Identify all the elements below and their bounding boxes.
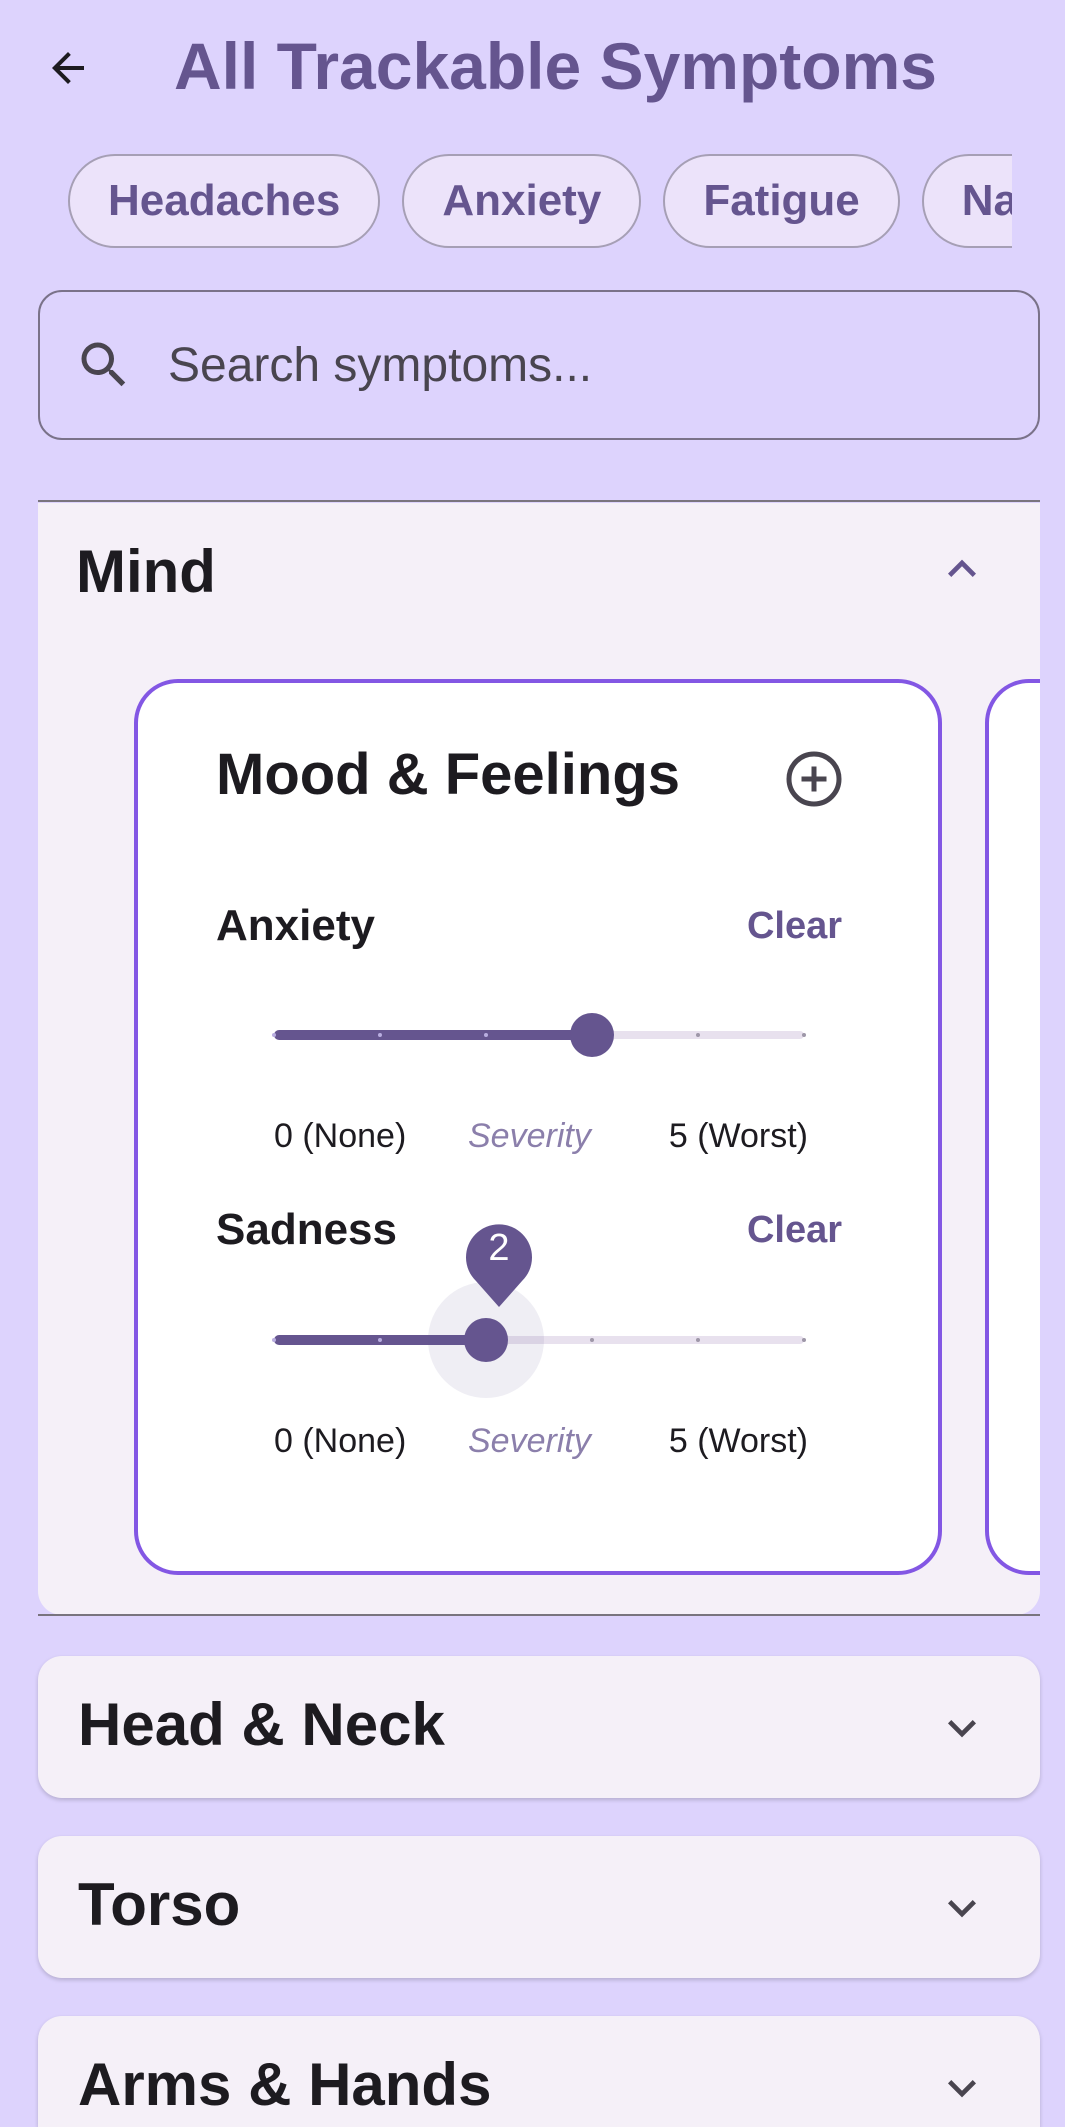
search-input[interactable] <box>166 336 990 394</box>
clear-button-sadness[interactable]: Clear <box>747 1209 842 1252</box>
symptom-card-next <box>985 679 1040 1575</box>
section-mind-header[interactable]: Mind <box>38 503 1040 633</box>
symptom-chip-strip[interactable]: Headaches Anxiety Fatigue Nausea <box>68 154 1012 254</box>
slider-tick <box>802 1338 806 1342</box>
symptom-label-anxiety: Anxiety <box>216 901 375 950</box>
section-title: Head & Neck <box>78 1691 445 1758</box>
scale-caption: Severity <box>468 1117 591 1155</box>
slider-value-indicator: 2 <box>464 1219 534 1309</box>
section-divider-top <box>38 500 1040 502</box>
section-mind: Mind Mood & Feelings Anxiety Clear 0 (No… <box>38 503 1040 1615</box>
chevron-down-icon[interactable] <box>934 2060 990 2116</box>
scale-min-label: 0 (None) <box>274 1422 407 1460</box>
section-title: Torso <box>78 1871 241 1938</box>
chevron-down-icon[interactable] <box>934 1880 990 1936</box>
slider-tick <box>696 1033 700 1037</box>
slider-tick <box>378 1338 382 1342</box>
chip-headaches[interactable]: Headaches <box>68 154 381 248</box>
symptom-card-mood-feelings: Mood & Feelings Anxiety Clear 0 (None) S… <box>134 679 942 1575</box>
section-divider-bottom <box>38 1614 1040 1616</box>
slider-tick <box>696 1338 700 1342</box>
severity-slider-anxiety[interactable] <box>272 995 806 1075</box>
slider-tick <box>378 1033 382 1037</box>
chip-fatigue[interactable]: Fatigue <box>663 154 900 248</box>
clear-button-anxiety[interactable]: Clear <box>747 905 842 948</box>
chip-anxiety[interactable]: Anxiety <box>402 154 642 248</box>
page-title: All Trackable Symptoms <box>174 29 937 103</box>
section-arms-hands[interactable]: Arms & Hands <box>38 2016 1040 2127</box>
slider-tick <box>590 1338 594 1342</box>
search-icon <box>81 342 126 387</box>
chevron-down-icon[interactable] <box>934 1700 990 1756</box>
scale-min-label: 0 (None) <box>274 1117 407 1155</box>
add-circle-icon[interactable] <box>784 749 844 809</box>
scale-caption: Severity <box>468 1422 591 1460</box>
slider-active-track <box>274 1030 592 1040</box>
card-title: Mood & Feelings <box>216 742 680 807</box>
scale-max-label: 5 (Worst) <box>668 1422 808 1460</box>
slider-value-text: 2 <box>488 1227 510 1269</box>
slider-tick <box>272 1338 276 1342</box>
back-button[interactable] <box>30 30 106 106</box>
slider-tick <box>484 1033 488 1037</box>
chevron-up-icon[interactable] <box>934 541 990 597</box>
slider-tick <box>272 1033 276 1037</box>
symptom-label-sadness: Sadness <box>216 1205 397 1254</box>
section-title: Arms & Hands <box>78 2051 492 2118</box>
slider-tick <box>802 1033 806 1037</box>
slider-thumb[interactable] <box>570 1013 614 1057</box>
search-field[interactable] <box>38 290 1040 440</box>
severity-slider-sadness[interactable] <box>272 1282 806 1398</box>
section-title: Mind <box>76 538 216 605</box>
section-head-neck[interactable]: Head & Neck <box>38 1656 1040 1798</box>
arrow-left-icon <box>52 52 84 84</box>
chip-nausea[interactable]: Nausea <box>921 154 1012 248</box>
section-torso[interactable]: Torso <box>38 1836 1040 1978</box>
slider-thumb[interactable] <box>464 1318 508 1362</box>
scale-max-label: 5 (Worst) <box>668 1117 808 1155</box>
